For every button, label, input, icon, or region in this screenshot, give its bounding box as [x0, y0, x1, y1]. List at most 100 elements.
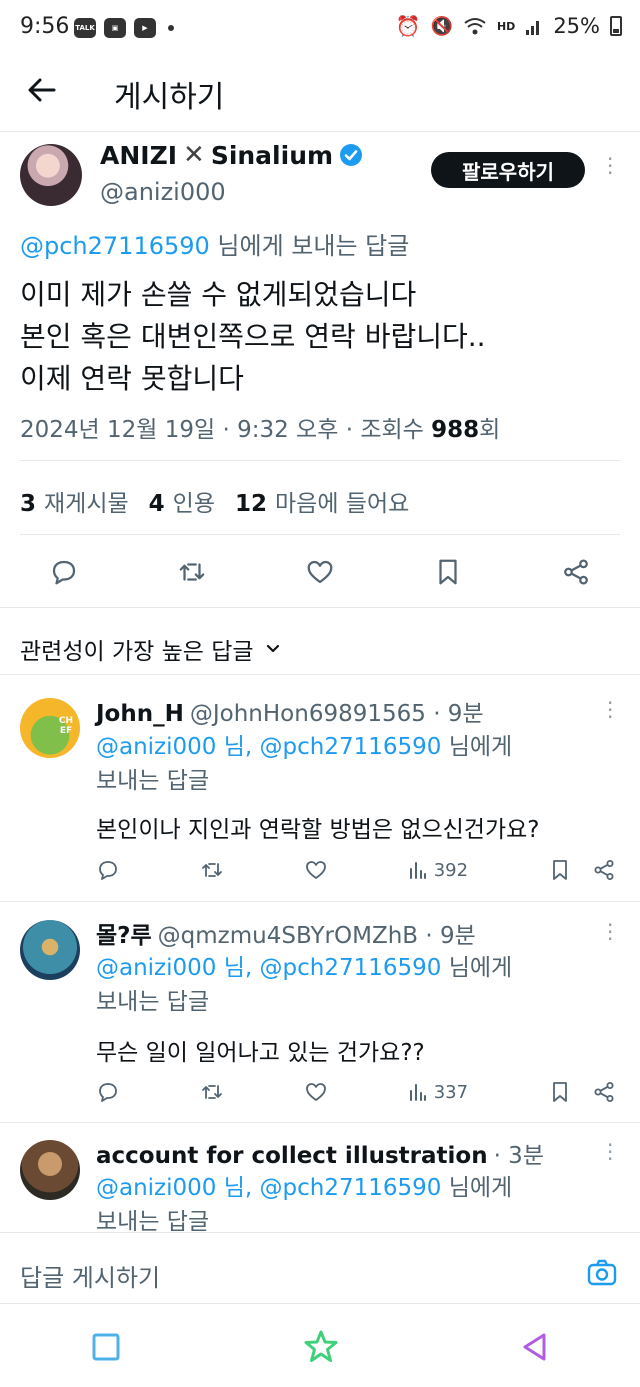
author-avatar[interactable] [20, 144, 82, 206]
reply-compose-input[interactable]: 답글 게시하기 [20, 1258, 160, 1293]
avatar-badge-text: CH EF [58, 716, 74, 736]
reply-to-line: @anizi000 님, @pch27116590 님에게 보내는 답글 [96, 1171, 512, 1231]
battery-percent: 25% [553, 14, 600, 38]
like-icon[interactable] [304, 858, 328, 882]
reply-action-bar: 337 [96, 1080, 616, 1104]
recent-apps-icon[interactable] [90, 1331, 122, 1363]
reply-text: 본인이나 지인과 연락할 방법은 없으신건가요? [96, 817, 540, 843]
reply-avatar[interactable]: CH EF [20, 698, 80, 758]
like-icon[interactable] [305, 557, 335, 587]
youtube-icon: ▶ [134, 18, 156, 38]
reply-handle-time[interactable]: @qmzmu4SBYrOMZhB · 9분 [158, 916, 476, 950]
talk-icon: TALK [74, 18, 96, 38]
views-icon [409, 1084, 426, 1101]
chevron-down-icon [266, 644, 279, 653]
tweet-line: 이제 연락 못합니다 [20, 362, 244, 395]
more-options-icon[interactable]: · · · [607, 1135, 613, 1169]
tweet-line: 이미 제가 손쓸 수 없게되었습니다 [20, 278, 417, 311]
reply-sort-dropdown[interactable]: 관련성이 가장 높은 답글 [20, 632, 282, 666]
reply-to-line: @anizi000 님, @pch27116590 님에게 보내는 답글 [96, 951, 512, 1019]
views-stat[interactable]: 392 [408, 860, 468, 881]
divider [0, 607, 640, 608]
share-icon[interactable] [561, 557, 591, 587]
views-stat[interactable]: 337 [408, 1082, 468, 1103]
reply-to-line: @pch27116590 님에게 보내는 답글 [20, 226, 409, 261]
reply-to-mention[interactable]: @pch27116590 [20, 232, 210, 260]
views-count: 337 [433, 1081, 469, 1103]
reply-suffix: 보내는 답글 [96, 1209, 210, 1231]
divider [20, 534, 620, 535]
reply-handle-time[interactable]: @JohnHon69891565 · 9분 [190, 694, 484, 728]
author-display-name[interactable]: ANIZI ✕ Sinalium [100, 140, 363, 170]
verified-badge-icon [340, 144, 363, 166]
bookmark-icon[interactable] [548, 1080, 572, 1104]
reply-suffix: 님에게 [441, 1175, 513, 1201]
reply-to-line: @anizi000 님, @pch27116590 님에게 보내는 답글 [96, 730, 512, 798]
reply-author-name[interactable]: account for collect illustration [96, 1143, 488, 1169]
views-count: 392 [433, 859, 469, 881]
back-arrow-icon[interactable] [26, 74, 58, 106]
tweet-stats: 3 재게시물 4 인용 12 마음에 들어요 [20, 484, 409, 518]
views-icon [409, 862, 426, 879]
reply-handle-time[interactable]: · 3분 [494, 1136, 544, 1170]
reply-suffix: 님에게 [441, 734, 513, 760]
views-suffix: 회 [479, 417, 501, 443]
signal-icon [525, 16, 543, 36]
retweet-icon[interactable] [177, 557, 207, 587]
notification-dot-icon [168, 25, 174, 31]
reply-icon[interactable] [49, 557, 79, 587]
more-options-icon[interactable]: · · · [607, 693, 613, 727]
quotes-stat[interactable]: 4 인용 [149, 484, 215, 518]
wifi-icon [463, 16, 487, 36]
likes-stat[interactable]: 12 마음에 들어요 [235, 484, 409, 518]
reply-avatar[interactable] [20, 920, 80, 980]
more-options-icon[interactable]: · · · [607, 149, 613, 183]
display-name-part2: Sinalium [210, 140, 334, 170]
retweets-stat[interactable]: 3 재게시물 [20, 484, 129, 518]
reply-mentions[interactable]: @anizi000 님, @pch27116590 [96, 734, 441, 760]
mute-icon: 🔇 [430, 15, 453, 37]
cross-mark-icon: ✕ [183, 140, 205, 170]
like-icon[interactable] [304, 1080, 328, 1104]
tweet-action-bar [0, 552, 640, 592]
share-icon[interactable] [592, 858, 616, 882]
divider [0, 1122, 640, 1123]
page-title: 게시하기 [114, 80, 225, 115]
divider [20, 460, 620, 461]
back-icon[interactable] [520, 1331, 550, 1363]
reply-to-suffix: 님에게 보내는 답글 [209, 232, 410, 260]
system-nav-bar [0, 1306, 640, 1387]
tweet-timestamp: 2024년 12월 19일 · 9:32 오후 · 조회수 [20, 417, 432, 443]
author-handle[interactable]: @anizi000 [100, 178, 226, 206]
reply-icon[interactable] [96, 858, 120, 882]
header-divider [0, 131, 640, 132]
retweet-icon[interactable] [200, 1080, 224, 1104]
reply-mentions[interactable]: @anizi000 님, @pch27116590 [96, 1175, 441, 1201]
views-count: 988 [431, 417, 480, 443]
reply-mentions[interactable]: @anizi000 님, @pch27116590 [96, 955, 441, 981]
bookmark-icon[interactable] [548, 858, 572, 882]
more-options-icon[interactable]: · · · [607, 915, 613, 949]
status-icons-left: TALK ▣ ▶ [74, 18, 174, 38]
reply-action-bar: 392 [96, 858, 616, 882]
share-icon[interactable] [592, 1080, 616, 1104]
camera-icon[interactable] [586, 1258, 618, 1288]
reply-header: account for collect illustration · 3분 [96, 1136, 544, 1170]
status-time: 9:56 [20, 14, 70, 39]
divider [0, 901, 640, 902]
gallery-icon: ▣ [104, 18, 126, 38]
reply-header: John_H @JohnHon69891565 · 9분 [96, 694, 484, 728]
reply-avatar[interactable] [20, 1140, 80, 1200]
follow-button[interactable]: 팔로우하기 [431, 152, 585, 188]
battery-icon [610, 16, 622, 36]
reply-author-name[interactable]: John_H [96, 701, 184, 727]
retweet-icon[interactable] [200, 858, 224, 882]
status-icons-right: ⏰ 🔇 HD 25% [396, 14, 622, 38]
reply-icon[interactable] [96, 1080, 120, 1104]
hd-voice-icon: HD [496, 19, 516, 33]
bookmark-icon[interactable] [433, 557, 463, 587]
tweet-line: 본인 혹은 대변인쪽으로 연락 바랍니다.. [20, 320, 486, 353]
home-icon[interactable] [303, 1329, 339, 1365]
reply-author-name[interactable]: 몰?루 [96, 916, 152, 950]
tweet-meta: 2024년 12월 19일 · 9:32 오후 · 조회수 988회 [20, 410, 500, 444]
